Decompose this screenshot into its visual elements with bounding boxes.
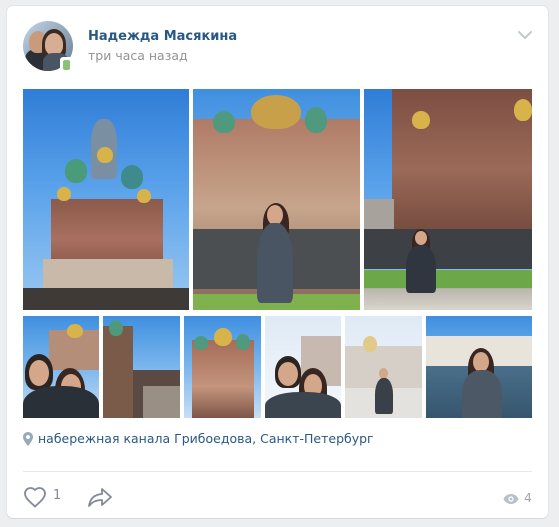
mobile-online-indicator: [60, 57, 73, 73]
post-card: Надежда Масякина три часа назад набережн…: [7, 6, 548, 518]
post-photo-9[interactable]: [426, 316, 532, 418]
views-count: 4: [524, 490, 532, 505]
like-count: 1: [53, 488, 62, 503]
like-button[interactable]: 1: [23, 485, 69, 509]
post-photo-5[interactable]: [103, 316, 180, 418]
post-photo-2[interactable]: [193, 89, 360, 310]
post-photo-3[interactable]: [364, 89, 532, 310]
map-pin-icon: [23, 432, 33, 446]
eye-icon: [503, 494, 519, 504]
post-time[interactable]: три часа назад: [88, 48, 188, 63]
share-arrow-icon[interactable]: [87, 487, 113, 507]
author-name[interactable]: Надежда Масякина: [88, 29, 237, 44]
post-photo-1[interactable]: [23, 89, 189, 310]
views-counter: 4: [503, 490, 532, 505]
actions-divider: [23, 471, 532, 472]
post-location[interactable]: набережная канала Грибоедова, Санкт-Пете…: [38, 431, 374, 446]
chevron-down-icon[interactable]: [518, 30, 532, 40]
post-photo-8[interactable]: [345, 316, 422, 418]
post-photo-4[interactable]: [23, 316, 99, 418]
heart-icon: [24, 487, 46, 508]
post-photo-6[interactable]: [184, 316, 261, 418]
post-photo-7[interactable]: [265, 316, 341, 418]
